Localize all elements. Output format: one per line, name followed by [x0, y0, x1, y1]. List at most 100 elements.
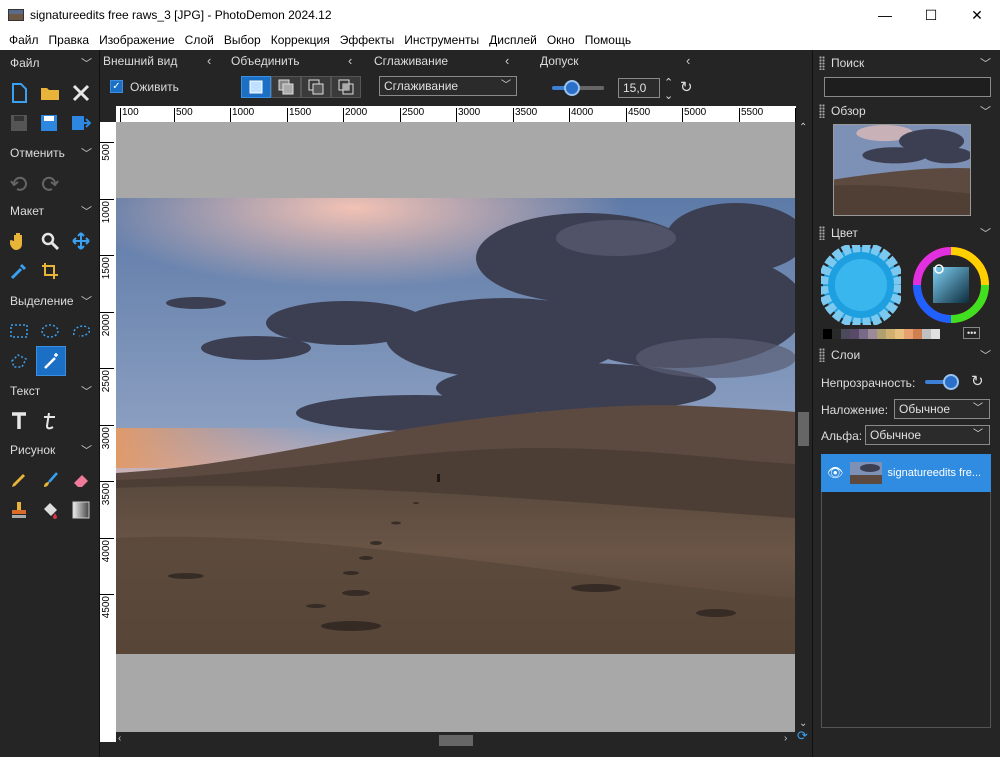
- primary-color-swatch[interactable]: [821, 245, 901, 325]
- menu-view[interactable]: Дисплей: [484, 33, 542, 47]
- new-file-icon[interactable]: [6, 80, 32, 106]
- polygon-lasso-icon[interactable]: [6, 348, 32, 374]
- merge-intersect-button[interactable]: [331, 76, 361, 98]
- collapse-left-icon[interactable]: ‹: [505, 53, 509, 68]
- vertical-scroll-thumb[interactable]: [798, 412, 809, 446]
- menu-select[interactable]: Выбор: [219, 33, 266, 47]
- visibility-eye-icon[interactable]: 👁: [827, 465, 844, 481]
- minimize-button[interactable]: —: [862, 0, 908, 30]
- menu-layer[interactable]: Слой: [180, 33, 219, 47]
- search-input[interactable]: [824, 77, 991, 97]
- text-tool-icon[interactable]: [6, 408, 32, 434]
- save-as-icon[interactable]: [37, 110, 63, 136]
- menu-effects[interactable]: Эффекты: [335, 33, 400, 47]
- pencil-icon[interactable]: [6, 467, 32, 493]
- section-text[interactable]: Текст ﹀: [0, 381, 100, 401]
- menu-image[interactable]: Изображение: [94, 33, 180, 47]
- ruler-label: 100: [122, 107, 139, 118]
- typography-tool-icon[interactable]: [37, 408, 63, 434]
- grip-icon[interactable]: [819, 226, 825, 240]
- overview-panel-header[interactable]: Обзор ﹀: [813, 100, 1000, 122]
- scroll-left-icon[interactable]: ‹: [118, 733, 121, 744]
- reset-icon[interactable]: ↻: [680, 78, 693, 96]
- section-layout[interactable]: Макет ﹀: [0, 201, 100, 221]
- layer-list[interactable]: [821, 454, 991, 728]
- merge-subtract-button[interactable]: [301, 76, 331, 98]
- merge-replace-button[interactable]: [241, 76, 271, 98]
- opacity-slider-knob[interactable]: [943, 374, 959, 390]
- zoom-icon[interactable]: [37, 228, 63, 254]
- maximize-button[interactable]: ☐: [908, 0, 954, 30]
- window-title: signatureedits free raws_3 [JPG] - Photo…: [30, 8, 332, 22]
- open-folder-icon[interactable]: [37, 80, 63, 106]
- section-file[interactable]: Файл ﹀: [0, 53, 100, 73]
- clone-stamp-icon[interactable]: [6, 497, 32, 523]
- hand-icon[interactable]: [6, 228, 32, 254]
- scroll-up-icon[interactable]: ⌃: [799, 122, 807, 133]
- smoothing-title: Сглаживание: [374, 54, 449, 68]
- tolerance-input[interactable]: 15,0: [618, 78, 660, 98]
- brush-icon[interactable]: [37, 467, 63, 493]
- vertical-scrollbar[interactable]: ⌃ ⌄: [795, 122, 812, 742]
- spin-arrows-icon[interactable]: ⌃ ⌄: [664, 76, 673, 102]
- grip-icon[interactable]: [819, 56, 825, 70]
- menu-adjustments[interactable]: Коррекция: [266, 33, 335, 47]
- fill-bucket-icon[interactable]: [37, 497, 63, 523]
- section-selection[interactable]: Выделение ﹀: [0, 291, 100, 311]
- scroll-right-icon[interactable]: ›: [784, 733, 787, 744]
- collapse-left-icon[interactable]: ‹: [686, 53, 690, 68]
- rect-select-icon[interactable]: [6, 318, 32, 344]
- blend-label: Наложение:: [821, 403, 889, 417]
- collapse-left-icon[interactable]: ‹: [207, 53, 211, 68]
- grip-icon[interactable]: [819, 104, 825, 118]
- layers-panel-header[interactable]: Слои ﹀: [813, 344, 1000, 366]
- undo-icon[interactable]: [6, 170, 32, 196]
- lasso-select-icon[interactable]: [68, 318, 94, 344]
- blend-select[interactable]: Обычное ﹀: [894, 399, 990, 419]
- close-image-icon[interactable]: [68, 80, 94, 106]
- move-icon[interactable]: [68, 228, 94, 254]
- grip-icon[interactable]: [819, 348, 825, 362]
- gradient-icon[interactable]: [68, 497, 94, 523]
- menu-help[interactable]: Помощь: [580, 33, 636, 47]
- menu-edit[interactable]: Правка: [44, 33, 95, 47]
- tolerance-slider-knob[interactable]: [564, 80, 580, 96]
- overview-thumbnail[interactable]: [833, 124, 971, 216]
- menu-tools[interactable]: Инструменты: [399, 33, 484, 47]
- collapse-left-icon[interactable]: ‹: [348, 53, 352, 68]
- redo-icon[interactable]: [37, 170, 63, 196]
- layer-item[interactable]: 👁 signatureedits fre...: [821, 454, 991, 492]
- crop-icon[interactable]: [37, 258, 63, 284]
- reset-icon[interactable]: ↻: [971, 372, 984, 390]
- image-viewport[interactable]: [116, 122, 795, 742]
- zoom-fit-icon[interactable]: ⟳: [797, 728, 808, 744]
- eraser-icon[interactable]: [68, 467, 94, 493]
- magic-wand-icon[interactable]: [36, 346, 66, 376]
- ruler-label: 4000: [101, 540, 112, 563]
- search-panel-header[interactable]: Поиск ﹀: [813, 52, 1000, 74]
- alpha-select[interactable]: Обычное ﹀: [865, 425, 990, 445]
- save-icon[interactable]: [6, 110, 32, 136]
- color-panel-header[interactable]: Цвет ﹀: [813, 222, 1000, 244]
- section-undo[interactable]: Отменить ﹀: [0, 143, 100, 163]
- menu-window[interactable]: Окно: [542, 33, 580, 47]
- ruler-label: 3500: [515, 107, 538, 118]
- section-paint[interactable]: Рисунок ﹀: [0, 440, 100, 460]
- menu-file[interactable]: Файл: [4, 33, 44, 47]
- export-icon[interactable]: [68, 110, 94, 136]
- horizontal-scroll-thumb[interactable]: [439, 735, 473, 746]
- color-palette[interactable]: [823, 329, 940, 339]
- more-colors-button[interactable]: •••: [963, 327, 981, 339]
- animate-checkbox[interactable]: ✓: [110, 80, 123, 93]
- eyedropper-icon[interactable]: [6, 258, 32, 284]
- ellipse-select-icon[interactable]: [37, 318, 63, 344]
- ruler-label: 3500: [101, 483, 112, 506]
- horizontal-scrollbar[interactable]: ‹ ›: [116, 732, 795, 749]
- merge-add-button[interactable]: [271, 76, 301, 98]
- close-window-button[interactable]: ✕: [954, 0, 1000, 30]
- alpha-label: Альфа:: [821, 429, 863, 443]
- chevron-down-icon: ﹀: [81, 445, 92, 457]
- layers-panel-title: Слои: [831, 348, 861, 362]
- color-wheel[interactable]: [911, 245, 991, 325]
- smoothing-select[interactable]: Сглаживание ﹀: [379, 76, 517, 96]
